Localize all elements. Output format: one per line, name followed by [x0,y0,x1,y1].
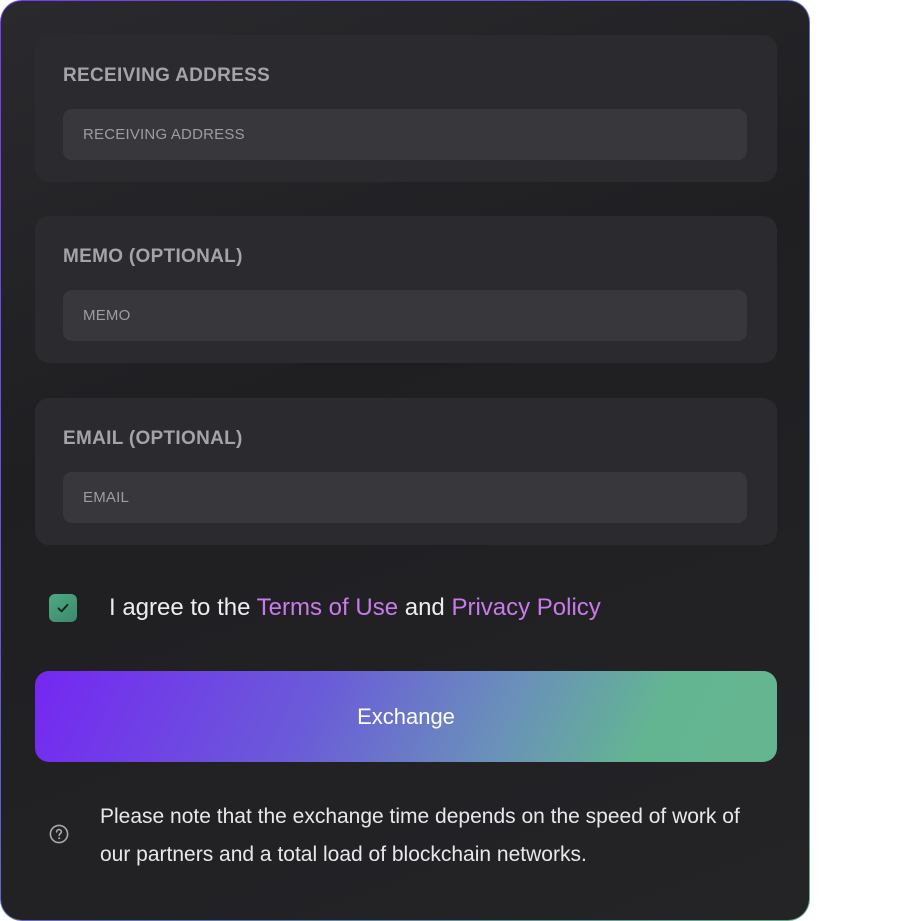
exchange-form-card: RECEIVING ADDRESS MEMO (OPTIONAL) EMAIL … [1,1,809,920]
exchange-button[interactable]: Exchange [35,671,777,762]
receiving-address-label: RECEIVING ADDRESS [63,65,271,86]
agreement-middle: and [398,594,452,621]
note-text: Please note that the exchange time depen… [100,805,740,866]
email-section: EMAIL (OPTIONAL) [35,398,777,545]
agreement-row: I agree to the Terms of Use and Privacy … [49,593,601,623]
terms-of-use-link[interactable]: Terms of Use [257,594,398,621]
receiving-address-input[interactable] [63,109,747,160]
question-circle-icon [49,824,69,844]
memo-label: MEMO (OPTIONAL) [63,246,243,267]
exchange-form-frame: RECEIVING ADDRESS MEMO (OPTIONAL) EMAIL … [0,0,810,921]
agreement-prefix: I agree to the [109,594,257,621]
receiving-address-section: RECEIVING ADDRESS [35,35,777,182]
check-icon [57,603,69,613]
agreement-text: I agree to the Terms of Use and Privacy … [109,594,601,622]
memo-input[interactable] [63,290,747,341]
memo-section: MEMO (OPTIONAL) [35,216,777,363]
email-input[interactable] [63,472,747,523]
email-label: EMAIL (OPTIONAL) [63,428,243,449]
agree-checkbox[interactable] [49,594,77,622]
privacy-policy-link[interactable]: Privacy Policy [451,594,600,621]
